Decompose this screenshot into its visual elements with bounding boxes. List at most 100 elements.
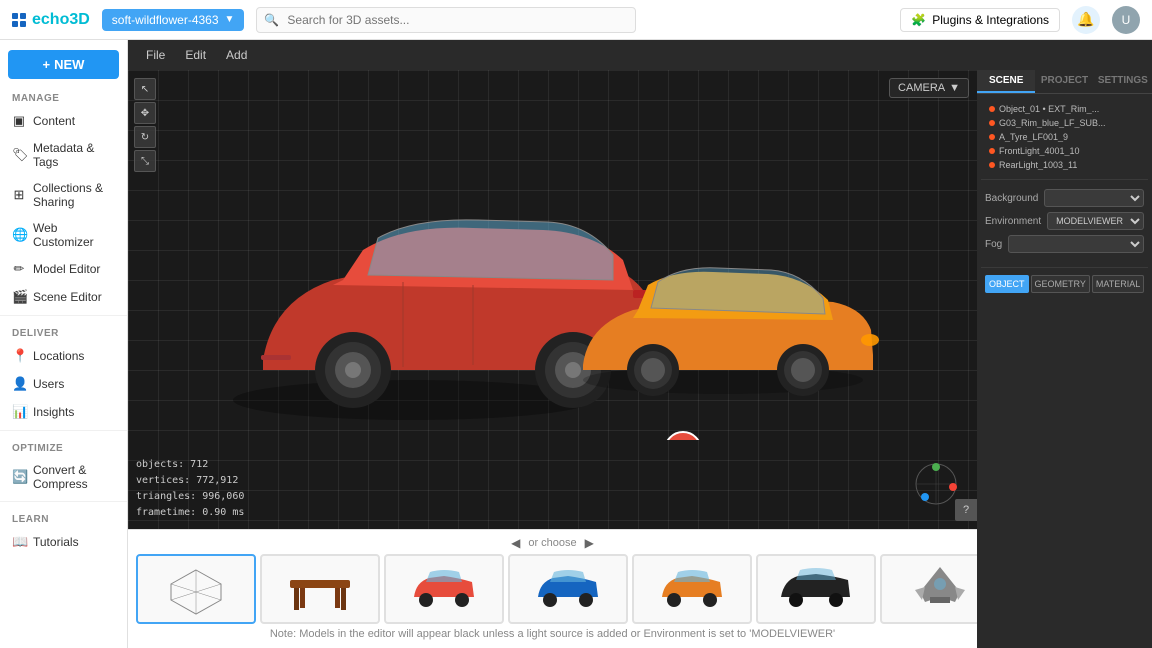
thumbnail-6[interactable] [756,554,876,624]
env-fog-label: Fog [985,239,1002,250]
search-bar: 🔍 [256,7,636,33]
sidebar-item-content[interactable]: ▣ Content [0,107,127,135]
strip-prev-button[interactable]: ◀ [511,536,520,550]
thumbnails-list [128,554,977,624]
menu-file[interactable]: File [136,40,175,70]
sidebar-divider-2 [0,430,127,431]
scene-item-2[interactable]: G03_Rim_blue_LF_SUB... [985,116,1144,130]
strip-note: Note: Models in the editor will appear b… [128,624,977,644]
search-input[interactable] [256,7,636,33]
camera-label: CAMERA [898,82,945,94]
nav-metadata-label: Metadata & Tags [33,141,115,169]
3d-viewport[interactable]: GT-R [128,70,977,529]
logo: echo3D [12,11,90,29]
env-row-fog: Fog [985,235,1144,253]
plus-icon: + [43,57,51,72]
tab-settings[interactable]: SETTINGS [1094,70,1152,93]
nav-model-label: Model Editor [33,262,100,276]
scene-item-1[interactable]: Object_01 • EXT_Rim_... [985,102,1144,116]
thumbnail-5[interactable] [632,554,752,624]
sidebar-item-convert[interactable]: 🔄 Convert & Compress [0,457,127,497]
nav-content-label: Content [33,114,75,128]
obj-tab-material[interactable]: MATERIAL [1092,275,1144,293]
stat-triangles: triangles: 996,060 [136,489,244,505]
chevron-down-icon: ▼ [225,14,235,25]
thumbnail-1[interactable] [136,554,256,624]
thumb-orange-car-svg [652,562,732,617]
scene-item-4[interactable]: FrontLight_4001_10 [985,144,1144,158]
deliver-section-label: DELIVER [0,320,127,342]
obj-tab-geometry[interactable]: GEOMETRY [1031,275,1090,293]
plugins-button[interactable]: 🧩 Plugins & Integrations [900,8,1060,32]
scene-item-5[interactable]: RearLight_1003_11 [985,158,1144,172]
workspace-dropdown[interactable]: soft-wildflower-4363 ▼ [102,9,245,31]
tool-rotate[interactable]: ↻ [134,126,156,148]
strip-next-button[interactable]: ▶ [585,536,594,550]
strip-or-label: or choose [528,537,576,549]
scene-dot-1 [989,106,995,112]
logo-text: echo3D [32,11,90,29]
sidebar-item-scene-editor[interactable]: 🎬 Scene Editor [0,283,127,311]
sidebar-divider-3 [0,501,127,502]
right-panel: SCENE PROJECT SETTINGS Object_01 • EXT_R… [977,70,1152,648]
notification-button[interactable]: 🔔 [1072,6,1100,34]
car-scene: GT-R [128,70,977,529]
obj-tab-object[interactable]: OBJECT [985,275,1029,293]
puzzle-icon: 🧩 [911,13,926,27]
menu-edit[interactable]: Edit [175,40,216,70]
metadata-icon: 🏷 [12,147,26,163]
env-background-select[interactable] [1044,189,1144,207]
plugins-label: Plugins & Integrations [932,13,1049,27]
sidebar-item-users[interactable]: 👤 Users [0,370,127,398]
thumbnail-2[interactable] [260,554,380,624]
sidebar-item-insights[interactable]: 📊 Insights [0,398,127,426]
sidebar-item-locations[interactable]: 📍 Locations [0,342,127,370]
viewport-nav [911,459,961,509]
content-area: File Edit Add [128,40,1152,648]
thumbnail-4[interactable] [508,554,628,624]
tool-scale[interactable]: ⤡ [134,150,156,172]
new-button[interactable]: + NEW [8,50,119,79]
nav-locations-label: Locations [33,349,84,363]
env-fog-select[interactable] [1008,235,1144,253]
tool-select[interactable]: ↖ [134,78,156,100]
viewport-tools: ↖ ✥ ↻ ⤡ [134,78,156,172]
scene-item-text-2: G03_Rim_blue_LF_SUB... [999,118,1106,128]
insights-icon: 📊 [12,404,26,420]
bell-icon: 🔔 [1077,11,1094,28]
scene-icon: 🎬 [12,289,26,305]
thumbnail-strip: ◀ or choose ▶ [128,529,977,648]
sidebar-item-metadata[interactable]: 🏷 Metadata & Tags [0,135,127,175]
thumbnail-7[interactable] [880,554,977,624]
thumb-wireframe-svg [156,562,236,617]
stat-vertices: vertices: 772,912 [136,473,244,489]
camera-button[interactable]: CAMERA ▼ [889,78,969,98]
menu-add[interactable]: Add [216,40,257,70]
tutorials-icon: 📖 [12,534,26,550]
avatar[interactable]: U [1112,6,1140,34]
help-button[interactable]: ? [955,499,977,521]
tab-scene[interactable]: SCENE [977,70,1035,93]
nav-tutorials-label: Tutorials [33,535,79,549]
main-layout: + NEW MANAGE ▣ Content 🏷 Metadata & Tags… [0,40,1152,648]
content-icon: ▣ [12,113,26,129]
menubar: File Edit Add [128,40,1152,70]
sidebar-item-tutorials[interactable]: 📖 Tutorials [0,528,127,556]
topbar-right: 🧩 Plugins & Integrations 🔔 U [900,6,1140,34]
nav-convert-label: Convert & Compress [33,463,115,491]
sidebar-item-collections[interactable]: ⊞ Collections & Sharing [0,175,127,215]
learn-section-label: LEARN [0,506,127,528]
tab-project[interactable]: PROJECT [1035,70,1093,93]
workspace-label: soft-wildflower-4363 [112,13,219,27]
tool-move[interactable]: ✥ [134,102,156,124]
scene-item-text-5: RearLight_1003_11 [999,160,1077,170]
env-row-environment: Environment MODELVIEWER [985,212,1144,230]
scene-item-3[interactable]: A_Tyre_LF001_9 [985,130,1144,144]
sidebar-item-model-editor[interactable]: ✏ Model Editor [0,255,127,283]
sidebar-item-web-customizer[interactable]: 🌐 Web Customizer [0,215,127,255]
thumbnail-3[interactable] [384,554,504,624]
scene-tree: Object_01 • EXT_Rim_... G03_Rim_blue_LF_… [981,98,1148,176]
env-environment-select[interactable]: MODELVIEWER [1047,212,1144,230]
env-environment-label: Environment [985,216,1041,227]
scene-item-text-3: A_Tyre_LF001_9 [999,132,1068,142]
